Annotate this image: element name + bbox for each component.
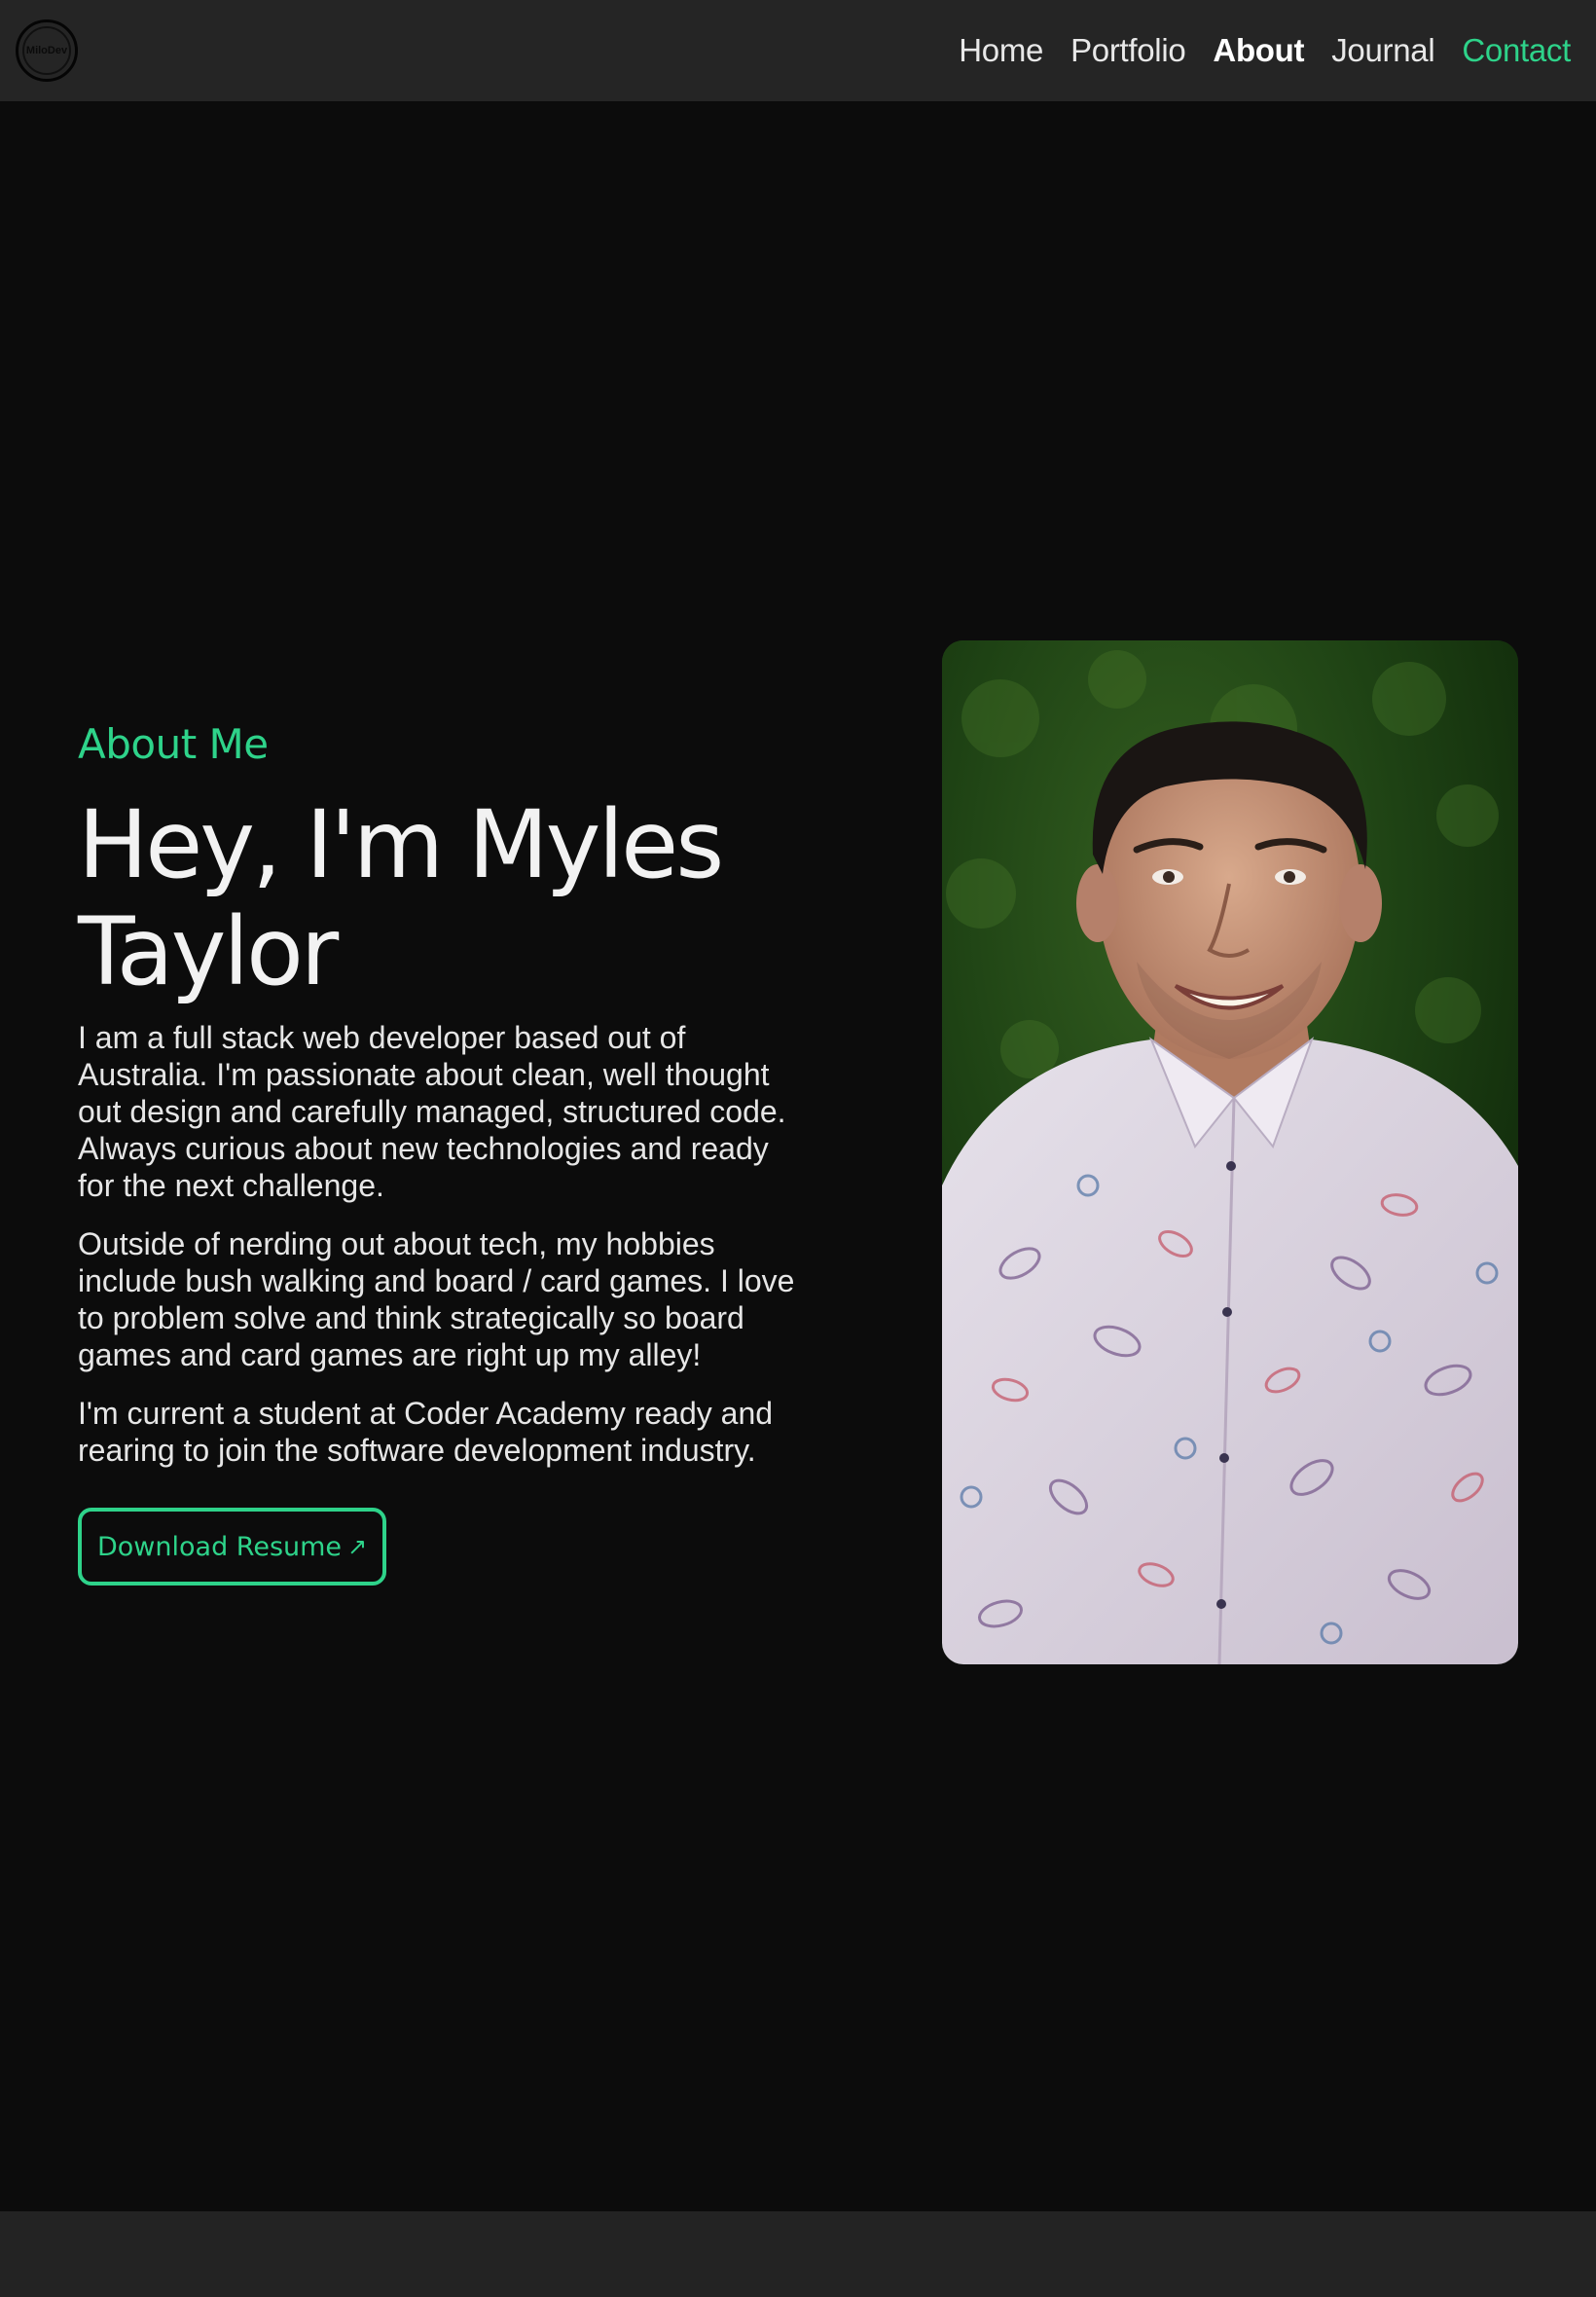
bio-paragraph-3: I'm current a student at Coder Academy r… xyxy=(78,1396,774,1468)
nav-link-about[interactable]: About xyxy=(1213,32,1304,69)
nav-link-home[interactable]: Home xyxy=(959,32,1043,69)
title-line-1: Hey, I'm Myles xyxy=(78,790,724,899)
navbar: MiloDev Home Portfolio About Journal Con… xyxy=(0,0,1596,101)
nav-link-journal[interactable]: Journal xyxy=(1331,32,1434,69)
nav-links: Home Portfolio About Journal Contact xyxy=(959,32,1571,69)
about-section: About Me Hey, I'm Myles Taylor I am a fu… xyxy=(78,720,798,1586)
nav-link-contact[interactable]: Contact xyxy=(1462,32,1571,69)
download-resume-button[interactable]: Download Resume ↗ xyxy=(78,1508,387,1586)
download-resume-label: Download Resume xyxy=(97,1531,343,1562)
arrow-up-right-icon: ↗ xyxy=(347,1533,368,1560)
footer xyxy=(0,2211,1596,2297)
page-title: Hey, I'm Myles Taylor xyxy=(78,791,798,1005)
bio-paragraph-2: Outside of nerding out about tech, my ho… xyxy=(78,1226,795,1372)
nav-link-portfolio[interactable]: Portfolio xyxy=(1070,32,1186,69)
profile-photo xyxy=(942,640,1518,1664)
title-line-2: Taylor xyxy=(78,897,339,1006)
section-kicker: About Me xyxy=(78,720,269,768)
portrait-illustration xyxy=(942,640,1518,1664)
logo-text: MiloDev xyxy=(25,45,68,56)
bio-paragraph-1: I am a full stack web developer based ou… xyxy=(78,1020,786,1203)
logo[interactable]: MiloDev xyxy=(16,19,78,82)
